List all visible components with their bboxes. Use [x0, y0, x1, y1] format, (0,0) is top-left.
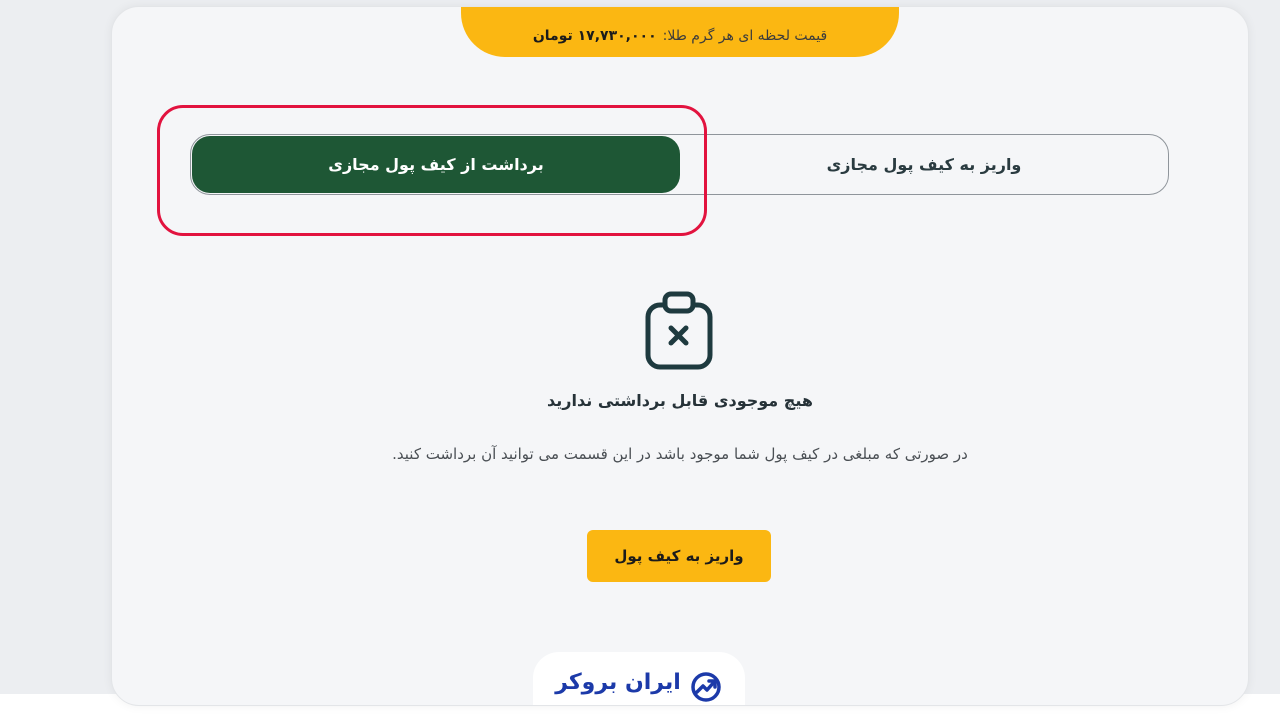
chart-trend-icon	[689, 670, 723, 704]
tab-deposit-label: واریز به کیف پول مجازی	[826, 155, 1022, 174]
wallet-card: قیمت لحظه ای هر گرم طلا: ۱۷,۷۳۰,۰۰۰ توما…	[111, 6, 1249, 706]
brand-name: ایران بروکر	[555, 670, 681, 695]
clipboard-x-icon	[643, 291, 715, 371]
gold-price-banner: قیمت لحظه ای هر گرم طلا: ۱۷,۷۳۰,۰۰۰ توما…	[461, 7, 899, 57]
tab-deposit[interactable]: واریز به کیف پول مجازی	[680, 135, 1168, 194]
tab-withdraw[interactable]: برداشت از کیف پول مجازی	[192, 136, 680, 193]
gold-price-label: قیمت لحظه ای هر گرم طلا:	[662, 28, 828, 44]
empty-state-description: در صورتی که مبلغی در کیف پول شما موجود ب…	[392, 445, 968, 463]
gold-price-value: ۱۷,۷۳۰,۰۰۰ تومان	[532, 28, 657, 44]
wallet-tabs: برداشت از کیف پول مجازی واریز به کیف پول…	[190, 134, 1169, 195]
empty-state-title: هیچ موجودی قابل برداشتی ندارید	[547, 391, 813, 410]
tab-withdraw-label: برداشت از کیف پول مجازی	[328, 155, 544, 174]
deposit-to-wallet-button[interactable]: واریز به کیف پول	[587, 530, 771, 582]
brand-logo[interactable]: ایران بروکر	[533, 652, 745, 705]
